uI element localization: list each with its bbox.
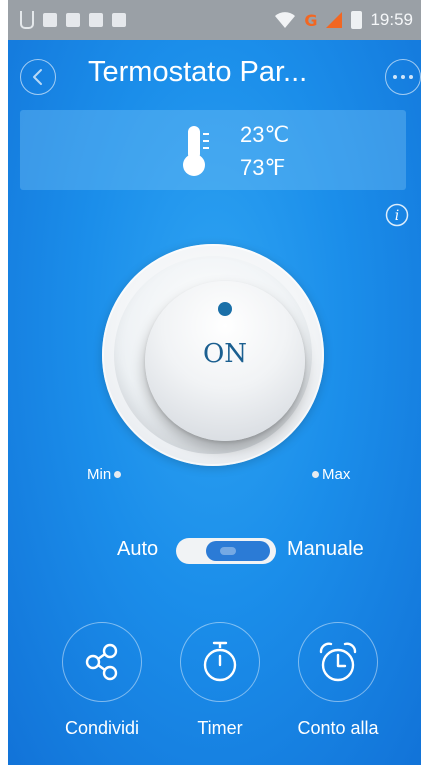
countdown-label: Conto alla <box>297 718 379 738</box>
notification-icons <box>20 11 126 29</box>
min-marker <box>114 471 122 478</box>
alarm-clock-icon <box>319 642 357 682</box>
status-time: 19:59 <box>370 10 413 29</box>
battery-icon <box>351 11 363 29</box>
temperature-celsius: 23℃ <box>240 122 290 147</box>
action-bar: Condividi Timer Conto alla <box>8 622 421 752</box>
auto-mode-label[interactable]: Auto <box>117 538 158 561</box>
more-horizontal-icon <box>393 75 413 79</box>
share-icon <box>85 643 118 681</box>
mode-toggle[interactable] <box>176 538 276 564</box>
power-state-label: ON <box>202 339 248 369</box>
system-icons: G 19:59 <box>274 10 413 30</box>
storage-icon <box>66 13 80 27</box>
info-icon[interactable]: i <box>385 203 409 227</box>
dial-ring: ON <box>114 256 312 454</box>
min-label: Min <box>87 466 122 483</box>
app-header: Termostato Par... <box>8 40 421 116</box>
chevron-left-icon <box>33 69 42 85</box>
usb-icon <box>20 11 34 29</box>
temperature-fahrenheit: 73℉ <box>240 155 286 180</box>
min-label-text: Min <box>87 466 112 483</box>
svg-text:i: i <box>395 208 399 224</box>
thermostat-screen: G 19:59 Termostato Par... 23℃ 73℉ i ON M… <box>8 0 421 765</box>
temperature-panel: 23℃ 73℉ <box>20 110 406 190</box>
mode-toggle-thumb[interactable] <box>206 541 270 561</box>
share-action[interactable]: Condividi <box>42 622 162 752</box>
status-bar: G 19:59 <box>8 0 421 40</box>
back-button[interactable] <box>20 59 56 95</box>
thermometer-icon <box>183 126 209 176</box>
camera-icon <box>112 13 126 27</box>
signal-icon <box>326 12 343 28</box>
share-button[interactable] <box>62 622 142 702</box>
message-icon <box>43 13 57 27</box>
max-label-text: Max <box>322 466 351 483</box>
stopwatch-icon <box>203 641 237 682</box>
timer-button[interactable] <box>180 622 260 702</box>
power-button[interactable]: ON <box>145 281 305 441</box>
share-label: Condividi <box>64 718 140 738</box>
dial-indicator-dot <box>218 302 232 316</box>
countdown-button[interactable] <box>298 622 378 702</box>
countdown-action[interactable]: Conto alla <box>278 622 398 752</box>
page-title: Termostato Par... <box>88 56 308 88</box>
timer-action[interactable]: Timer <box>160 622 280 752</box>
mode-toggle-row: Auto Manuale <box>8 536 421 566</box>
network-type: G <box>304 10 318 30</box>
photo-icon <box>89 13 103 27</box>
manual-mode-label[interactable]: Manuale <box>287 538 364 561</box>
wifi-icon <box>275 12 296 28</box>
timer-label: Timer <box>197 718 243 738</box>
thermostat-dial[interactable]: ON <box>102 244 324 466</box>
max-marker <box>312 471 319 478</box>
max-label: Max <box>312 466 350 483</box>
more-button[interactable] <box>385 59 421 95</box>
